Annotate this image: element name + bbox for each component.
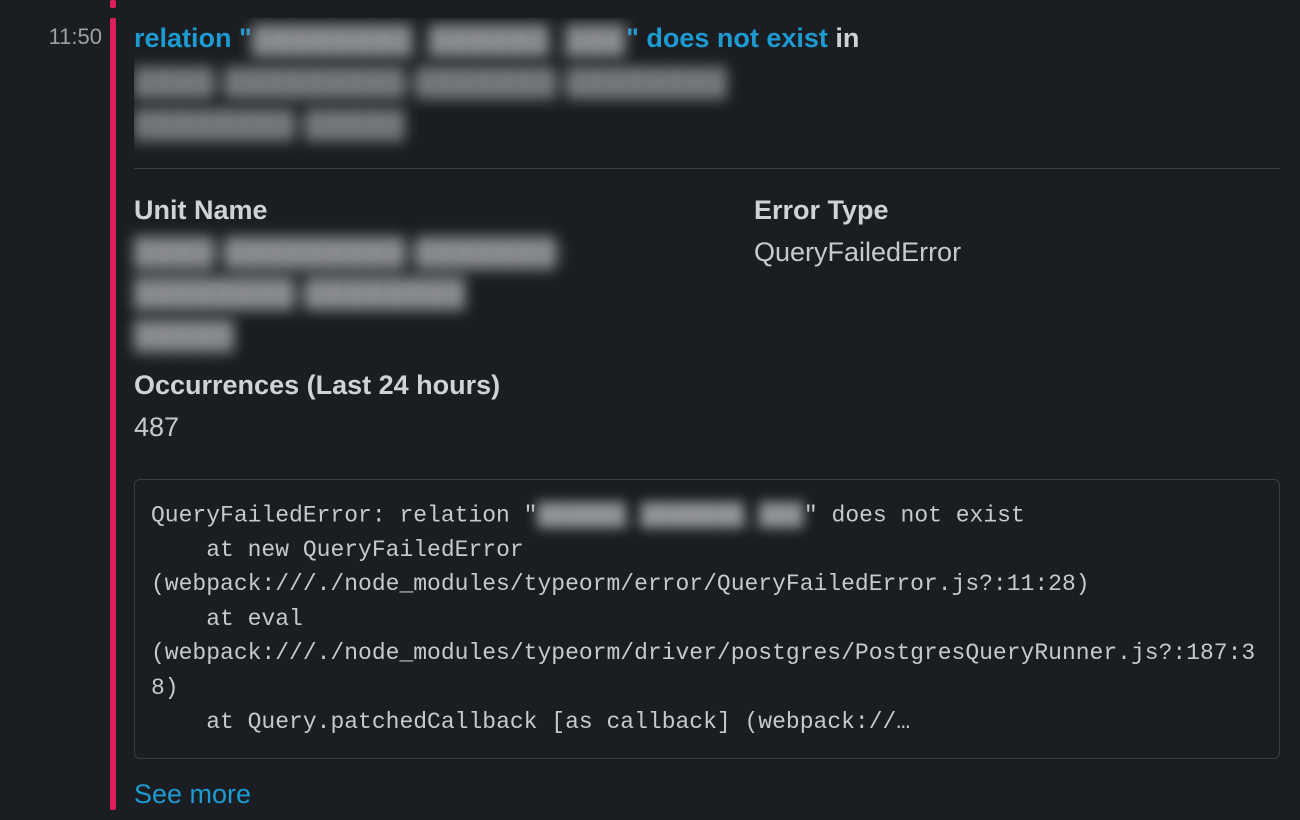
attachment-accent-bar [110,18,116,810]
unit-name-label: Unit Name [134,195,694,226]
redacted-text: ████████_██████_███ [252,20,626,61]
unit-name-value: ████-█████████-███████-████████-████████… [134,232,694,355]
redacted-text: █████ [134,315,235,356]
redacted-text: ████████-█████ [134,104,406,145]
error-title-link[interactable]: relation "████████_██████_███" does not … [134,23,828,53]
stacktrace-codeblock: QueryFailedError: relation "██████_█████… [134,479,1280,759]
occurrences-value: 487 [134,407,694,448]
error-type-label: Error Type [754,195,1154,226]
see-more-link[interactable]: See more [134,779,251,810]
fields-section: Unit Name ████-█████████-███████-███████… [134,195,1280,461]
previous-message-accent-bar [110,0,116,8]
message-timestamp[interactable]: 11:50 [20,18,102,50]
redacted-text: ██████_███████_███ [537,498,803,533]
redacted-text: ████-█████████-███████-████████-████████ [134,232,694,313]
error-title: relation "████████_██████_███" does not … [134,18,1280,169]
message-row: 11:50 relation "████████_██████_███" doe… [0,8,1300,820]
occurrences-label: Occurrences (Last 24 hours) [134,370,694,401]
redacted-text: ████-█████████-███████-████████ [134,62,728,103]
error-type-value: QueryFailedError [754,232,1154,273]
message-content: relation "████████_██████_███" does not … [134,18,1280,810]
